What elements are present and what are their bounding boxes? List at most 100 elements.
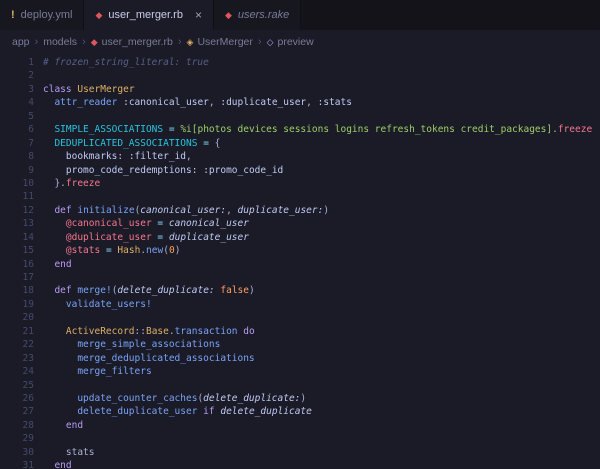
- chevron-right-icon: ›: [34, 36, 39, 48]
- line-number: 27: [22, 406, 34, 418]
- line-number: 11: [22, 191, 34, 203]
- ruby-icon: ◆: [224, 9, 232, 20]
- code-editor[interactable]: 1 # frozen_string_literal: true 2 3 class Us…: [0, 54, 600, 469]
- line-number: 19: [22, 298, 34, 310]
- code-text: SIMPLE_ASSOCIATIONS = %i[photos devices …: [54, 124, 593, 136]
- breadcrumb-label: models: [43, 36, 78, 48]
- code-line[interactable]: 1 # frozen_string_literal: true: [0, 56, 600, 69]
- line-number: 18: [22, 285, 34, 297]
- code-line[interactable]: 22 merge_simple_associations: [0, 338, 600, 351]
- code-text: promo_code_redemptions: :promo_code_id: [65, 164, 284, 176]
- code-text: ActiveRecord::Base.transaction do: [65, 325, 255, 337]
- code-line[interactable]: 9 promo_code_redemptions: :promo_code_id: [0, 164, 600, 177]
- code-line[interactable]: 7 DEDUPLICATED_ASSOCIATIONS = {: [0, 137, 600, 150]
- code-line[interactable]: 16 end: [0, 258, 600, 271]
- warning-icon: !: [11, 8, 15, 21]
- code-line[interactable]: 31 end: [0, 459, 600, 469]
- code-text: merge_deduplicated_associations: [77, 352, 255, 364]
- line-number: 25: [22, 379, 34, 391]
- breadcrumb-item-app[interactable]: app: [12, 36, 30, 48]
- code-text: merge_filters: [77, 366, 152, 378]
- tab-users-rake[interactable]: ◆ users.rake: [213, 0, 302, 30]
- line-number: 31: [22, 460, 34, 469]
- code-text: delete_duplicate_user if delete_duplicat…: [77, 406, 312, 418]
- code-line[interactable]: 3 class UserMerger: [0, 83, 600, 96]
- line-number: 1: [28, 57, 34, 68]
- code-text: def merge!(delete_duplicate: false): [54, 285, 255, 297]
- code-line[interactable]: 24 merge_filters: [0, 365, 600, 378]
- breadcrumb-label: app: [12, 36, 30, 48]
- code-text: update_counter_caches(delete_duplicate:): [77, 392, 307, 404]
- line-number: 12: [22, 204, 34, 216]
- line-number: 9: [28, 164, 34, 176]
- code-line[interactable]: 25: [0, 379, 600, 392]
- code-text: class UserMerger: [43, 83, 135, 95]
- tab-user-merger-rb[interactable]: ◆ user_merger.rb ×: [84, 0, 214, 30]
- ruby-icon: ◆: [95, 9, 103, 20]
- code-text: @canonical_user = canonical_user: [65, 218, 249, 230]
- tab-label: user_merger.rb: [108, 9, 183, 21]
- code-text: stats: [65, 446, 95, 458]
- code-line[interactable]: 18 def merge!(delete_duplicate: false): [0, 284, 600, 297]
- line-number: 14: [22, 231, 34, 243]
- code-line[interactable]: 26 update_counter_caches(delete_duplicat…: [0, 392, 600, 405]
- code-line[interactable]: 30 stats: [0, 446, 600, 459]
- code-line[interactable]: 10 }.freeze: [0, 177, 600, 190]
- code-line[interactable]: 11: [0, 190, 600, 203]
- chevron-right-icon: ›: [257, 36, 262, 48]
- code-text: bookmarks: :filter_id,: [65, 151, 192, 163]
- code-text: attr_reader :canonical_user, :duplicate_…: [54, 97, 352, 109]
- line-number: 5: [28, 110, 34, 122]
- code-text: end: [65, 419, 84, 431]
- line-number: 26: [22, 392, 34, 404]
- code-line[interactable]: 21 ActiveRecord::Base.transaction do: [0, 325, 600, 338]
- line-number: 23: [22, 352, 34, 364]
- close-tab-icon[interactable]: ×: [195, 8, 202, 22]
- code-line[interactable]: 5: [0, 110, 600, 123]
- code-line[interactable]: 29: [0, 432, 600, 445]
- code-text: DEDUPLICATED_ASSOCIATIONS = {: [54, 137, 221, 149]
- breadcrumb-label: preview: [277, 36, 314, 48]
- code-line[interactable]: 12 def initialize(canonical_user:, dupli…: [0, 204, 600, 217]
- breadcrumb-item-user-merger-rb[interactable]: ◆ user_merger.rb: [91, 36, 173, 48]
- code-text: @stats = Hash.new(0): [65, 245, 181, 257]
- code-text: validate_users!: [65, 298, 152, 310]
- breadcrumb-item-models[interactable]: models: [43, 36, 77, 48]
- code-text: @duplicate_user = duplicate_user: [65, 231, 249, 243]
- code-line[interactable]: 15 @stats = Hash.new(0): [0, 244, 600, 257]
- line-number: 16: [22, 258, 34, 270]
- line-number: 22: [22, 339, 34, 351]
- code-text: # frozen_string_literal: true: [43, 57, 209, 68]
- tab-label: deploy.yml: [20, 9, 73, 21]
- chevron-right-icon: ›: [82, 36, 86, 48]
- code-line[interactable]: 14 @duplicate_user = duplicate_user: [0, 231, 600, 244]
- breadcrumb-item-preview[interactable]: ◇ preview: [267, 36, 314, 48]
- code-line[interactable]: 17: [0, 271, 600, 284]
- tab-bar: ! deploy.yml ◆ user_merger.rb × ◆ users.rake: [0, 0, 600, 30]
- method-icon: ◇: [266, 36, 274, 47]
- code-line[interactable]: 8 bookmarks: :filter_id,: [0, 150, 600, 163]
- class-icon: ◈: [186, 36, 194, 47]
- code-line[interactable]: 28 end: [0, 419, 600, 432]
- editor-window: ! deploy.yml ◆ user_merger.rb × ◆ users.rake a…: [0, 0, 600, 469]
- code-line[interactable]: 2: [0, 69, 600, 82]
- code-text: end: [54, 460, 72, 469]
- code-text: def initialize(canonical_user:, duplicat…: [54, 204, 330, 216]
- breadcrumb-label: user_merger.rb: [101, 36, 173, 48]
- ruby-icon: ◆: [90, 36, 98, 47]
- code-line[interactable]: 27 delete_duplicate_user if delete_dupli…: [0, 405, 600, 418]
- code-line[interactable]: 6 SIMPLE_ASSOCIATIONS = %i[photos device…: [0, 123, 600, 136]
- line-number: 10: [22, 177, 34, 189]
- code-text: }.freeze: [43, 177, 101, 189]
- code-line[interactable]: 19 validate_users!: [0, 298, 600, 311]
- line-number: 4: [28, 97, 34, 109]
- line-number: 17: [22, 272, 34, 283]
- code-line[interactable]: 13 @canonical_user = canonical_user: [0, 217, 600, 230]
- line-number: 13: [22, 218, 34, 230]
- chevron-right-icon: ›: [177, 36, 182, 48]
- tab-deploy-yml[interactable]: ! deploy.yml: [0, 0, 85, 30]
- code-line[interactable]: 23 merge_deduplicated_associations: [0, 352, 600, 365]
- breadcrumb-item-usermerger[interactable]: ◈ UserMerger: [187, 36, 253, 48]
- code-line[interactable]: 20: [0, 311, 600, 324]
- code-line[interactable]: 4 attr_reader :canonical_user, :duplicat…: [0, 96, 600, 109]
